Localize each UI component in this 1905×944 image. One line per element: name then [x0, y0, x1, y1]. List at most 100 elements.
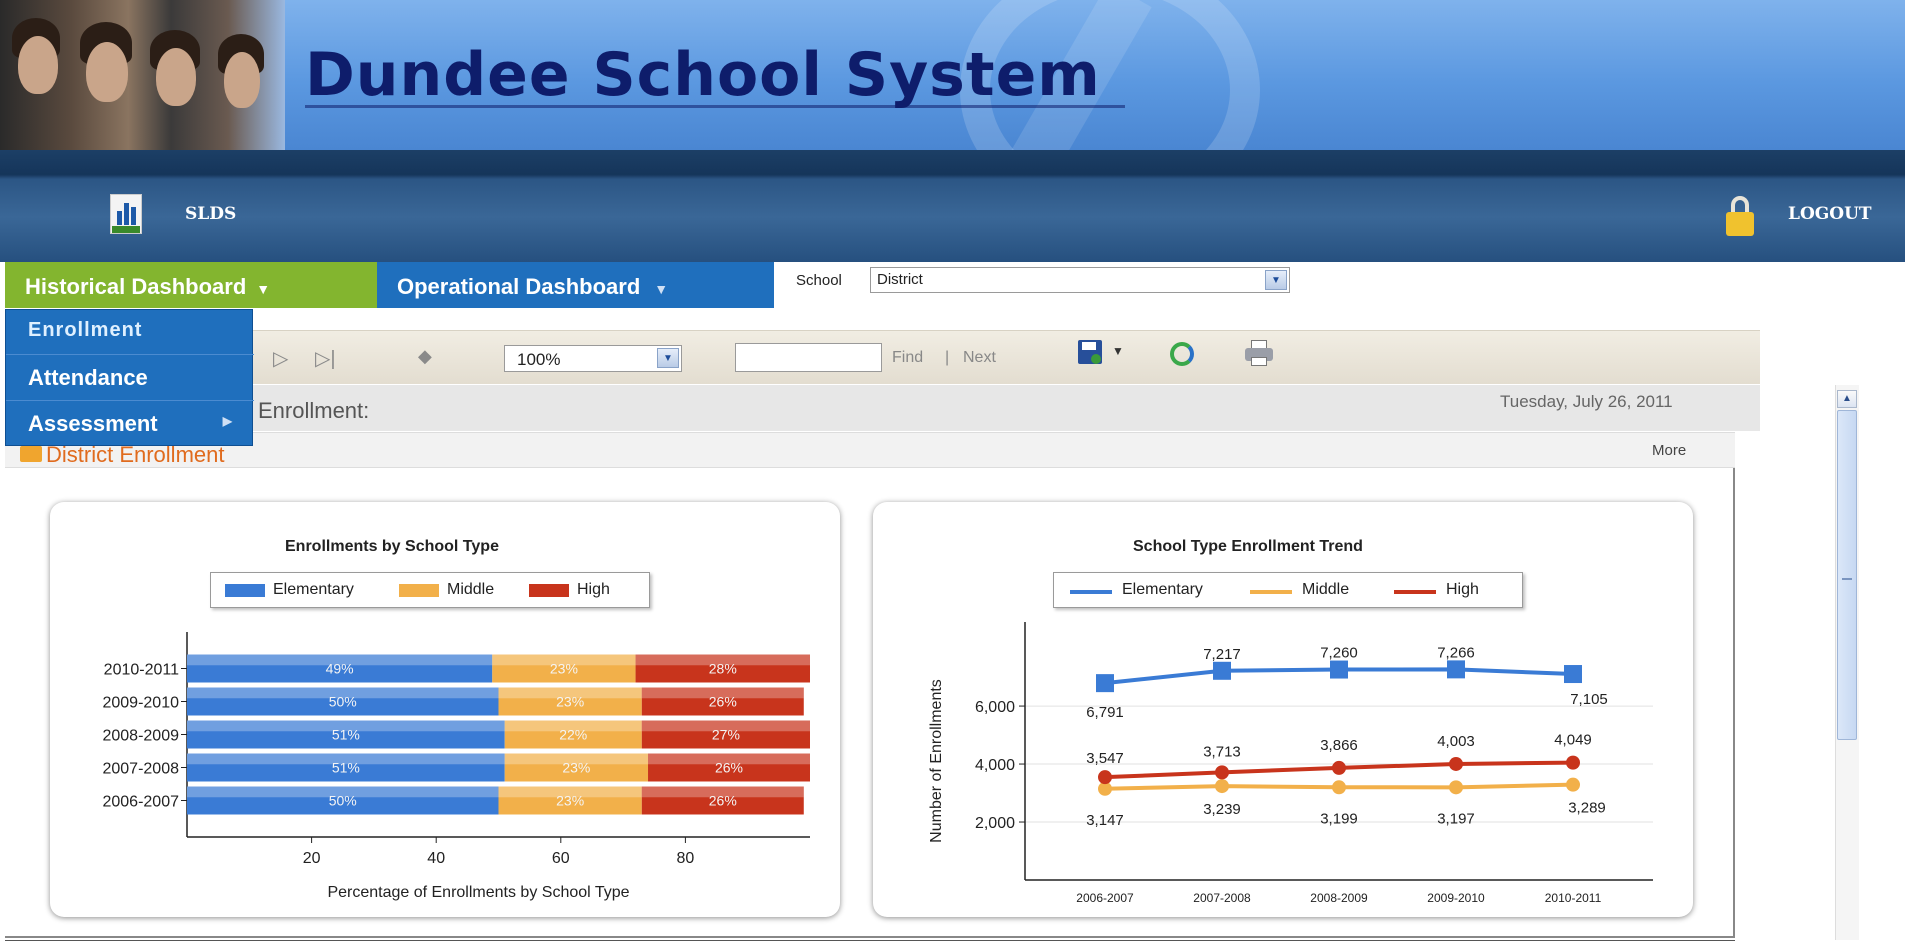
export-icon[interactable] — [1078, 340, 1102, 364]
menu-item-assessment[interactable]: Assessment ▶ — [6, 402, 254, 447]
x-tick-label: 40 — [427, 850, 445, 867]
bar-data-label: 23% — [550, 661, 578, 677]
report-date: Tuesday, July 26, 2011 — [1500, 392, 1673, 411]
data-point — [1566, 755, 1580, 770]
find-input[interactable] — [735, 343, 882, 372]
data-label: 3,199 — [1320, 810, 1358, 827]
find-separator: | — [945, 349, 950, 366]
data-point — [1096, 674, 1114, 693]
menu-item-enrollment[interactable]: Enrollment — [6, 310, 254, 355]
back-icon[interactable]: ◆ — [418, 346, 432, 367]
y-tick-label: 2007-2008 — [102, 761, 179, 778]
menu-historical-dashboard[interactable]: Historical Dashboard ▼ — [5, 262, 377, 308]
y-axis-title: Number of Enrollments — [928, 679, 945, 843]
next-link[interactable]: Next — [963, 349, 996, 367]
chevron-down-icon[interactable]: ▼ — [657, 348, 679, 368]
enrollment-trend-panel: School Type Enrollment Trend Elementary … — [873, 502, 1693, 917]
last-page-icon[interactable]: ▷| — [315, 346, 336, 371]
y-tick-label: 2009-2010 — [102, 695, 179, 712]
bar-data-label: 26% — [709, 694, 737, 710]
bar-data-label: 51% — [332, 760, 360, 776]
data-point — [1332, 780, 1346, 795]
data-label: 7,260 — [1320, 645, 1358, 662]
data-point — [1566, 777, 1580, 792]
y-tick-label: 2010-2011 — [104, 662, 179, 679]
x-tick-label: 80 — [677, 850, 695, 867]
data-point — [1330, 660, 1348, 679]
bar-data-label: 51% — [332, 727, 360, 743]
x-tick-label: 2007-2008 — [1193, 891, 1251, 905]
menu-item-label: Enrollment — [28, 319, 143, 341]
bar-data-label: 50% — [329, 793, 357, 809]
app-label[interactable]: SLDS — [185, 204, 236, 224]
chevron-down-icon[interactable]: ▼ — [1265, 270, 1287, 290]
bar-data-label: 26% — [715, 760, 743, 776]
section-header — [5, 432, 1735, 468]
y-tick-label: 2,000 — [975, 815, 1015, 832]
scroll-up-icon[interactable]: ▲ — [1837, 390, 1857, 408]
data-label: 4,003 — [1437, 733, 1475, 750]
data-point — [1215, 779, 1229, 794]
bar-data-label: 22% — [559, 727, 587, 743]
data-point — [1213, 661, 1231, 680]
enrollments-by-type-panel: Enrollments by School Type Elementary Mi… — [50, 502, 840, 917]
data-label: 3,239 — [1203, 801, 1241, 818]
x-tick-label: 2006-2007 — [1076, 891, 1134, 905]
menu-item-label: Assessment — [28, 411, 158, 436]
chevron-down-icon: ▼ — [654, 281, 669, 297]
school-select[interactable]: District ▼ — [870, 267, 1290, 293]
print-icon[interactable] — [1245, 340, 1273, 366]
historical-dropdown-menu: Enrollment Attendance Assessment ▶ — [5, 309, 254, 447]
next-page-icon[interactable]: ▷ — [273, 346, 288, 371]
data-label: 3,547 — [1086, 750, 1124, 767]
x-tick-label: 20 — [303, 850, 321, 867]
menu-item-attendance[interactable]: Attendance — [6, 356, 254, 401]
bar-data-label: 23% — [556, 793, 584, 809]
bar-data-label: 23% — [556, 694, 584, 710]
bar-data-label: 49% — [326, 661, 354, 677]
x-tick-label: 2008-2009 — [1310, 891, 1368, 905]
site-title: Dundee School System — [305, 40, 1101, 110]
menu-operational-dashboard[interactable]: Operational Dashboard ▼ — [377, 262, 774, 308]
lock-icon[interactable] — [1726, 196, 1754, 238]
slds-logo-icon[interactable] — [110, 194, 142, 234]
bottom-divider — [5, 940, 1735, 941]
logout-link[interactable]: LOGOUT — [1788, 204, 1872, 224]
bar-data-label: 26% — [709, 793, 737, 809]
data-label: 3,197 — [1437, 810, 1475, 827]
zoom-select[interactable]: 100% ▼ — [504, 345, 682, 372]
y-tick-label: 2008-2009 — [102, 728, 179, 745]
data-label: 7,105 — [1570, 691, 1608, 708]
refresh-icon[interactable] — [1170, 342, 1194, 366]
data-point — [1332, 760, 1346, 775]
data-point — [1564, 665, 1582, 684]
data-label: 4,049 — [1554, 732, 1592, 749]
header-banner: Dundee School System — [0, 0, 1905, 150]
bar-data-label: 27% — [712, 727, 740, 743]
scroll-thumb[interactable] — [1837, 410, 1857, 740]
chevron-down-icon: ▼ — [256, 281, 271, 297]
find-link[interactable]: Find — [892, 349, 923, 367]
school-label: School — [796, 272, 842, 289]
data-point — [1098, 770, 1112, 785]
data-label: 7,217 — [1203, 646, 1241, 663]
x-tick-label: 60 — [552, 850, 570, 867]
data-label: 6,791 — [1086, 704, 1124, 721]
x-tick-label: 2010-2011 — [1545, 891, 1602, 905]
data-point — [1215, 765, 1229, 780]
y-tick-label: 6,000 — [975, 699, 1015, 716]
zoom-value: 100% — [517, 350, 561, 369]
school-select-value: District — [877, 271, 923, 288]
data-label: 3,713 — [1203, 743, 1241, 760]
data-point — [1447, 660, 1465, 679]
students-photo — [0, 0, 285, 150]
more-link[interactable]: More — [1652, 442, 1686, 459]
line-chart: 2,000 4,000 6,000 Number of Enrollments 2006… — [928, 622, 1653, 905]
report-title: Enrollment: — [258, 398, 370, 423]
chevron-down-icon[interactable]: ▼ — [1112, 344, 1124, 358]
data-label: 3,866 — [1320, 737, 1358, 754]
nav-bar — [0, 150, 1905, 262]
x-axis-title: Percentage of Enrollments by School Type — [327, 884, 629, 901]
data-point — [1449, 756, 1463, 771]
chevron-right-icon: ▶ — [222, 414, 232, 428]
